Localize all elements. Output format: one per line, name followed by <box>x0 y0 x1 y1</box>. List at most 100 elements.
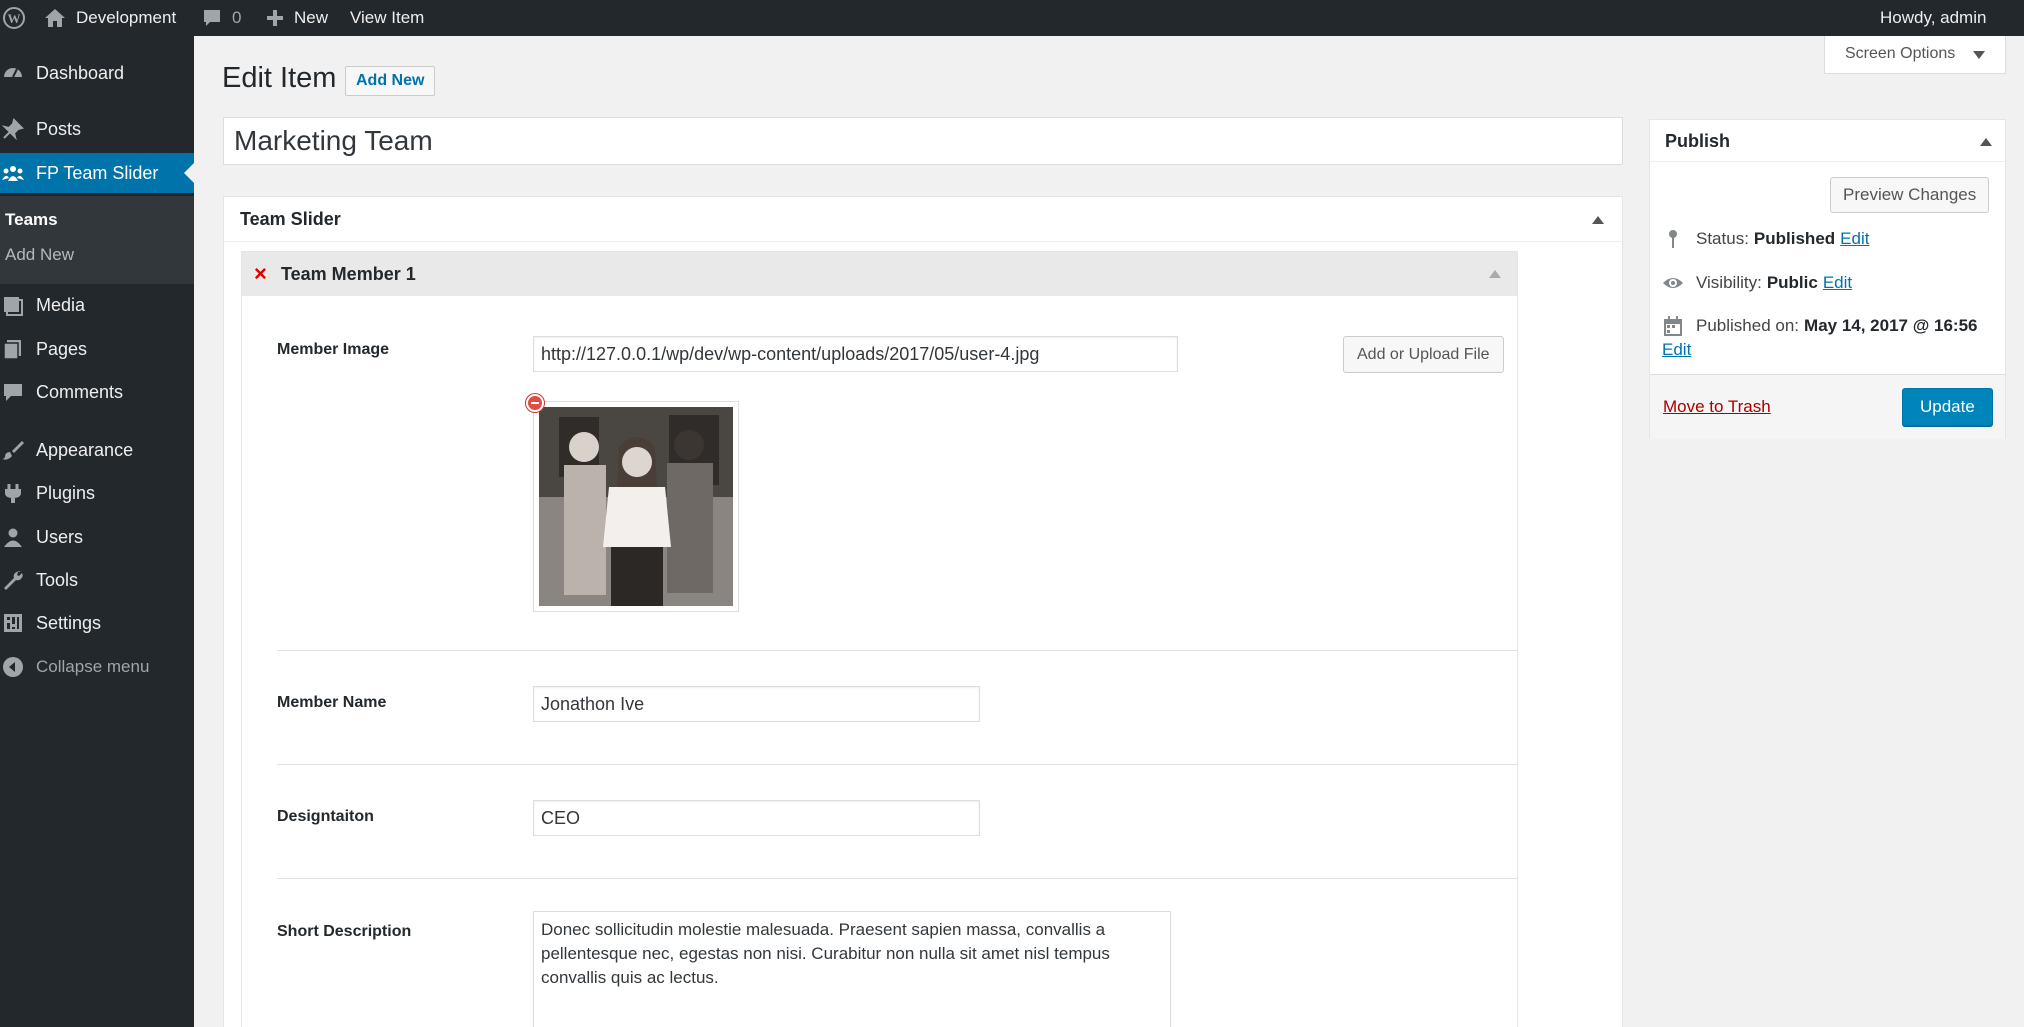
sidebar-item-label: Users <box>36 526 84 547</box>
site-name-link[interactable]: Development <box>44 0 176 36</box>
sidebar-item-label: Appearance <box>36 439 134 460</box>
visibility-label: Visibility: <box>1696 273 1762 292</box>
publish-actions: Move to Trash Update <box>1650 374 2005 439</box>
sidebar-item-label: Settings <box>36 612 102 633</box>
greeting: Howdy, admin <box>1880 8 1987 27</box>
status-row: Status: Published Edit <box>1662 228 1869 250</box>
team-member-title: Team Member 1 <box>281 264 416 284</box>
plugin-icon <box>5 484 21 503</box>
upload-file-button[interactable]: Add or Upload File <box>1343 336 1504 373</box>
new-content-link[interactable]: New <box>266 0 328 36</box>
view-item-link[interactable]: View Item <box>350 0 424 36</box>
published-edit-row: Edit <box>1662 340 1691 360</box>
sidebar-item-posts[interactable]: Posts <box>0 109 194 149</box>
screen-options-button[interactable]: Screen Options <box>1824 36 2006 74</box>
page-title: Edit Item <box>222 62 337 94</box>
wordpress-logo-icon[interactable]: W <box>3 0 25 36</box>
member-name-label: Member Name <box>277 694 387 711</box>
new-label: New <box>294 8 329 27</box>
pin-icon <box>1669 230 1677 248</box>
collapse-publish-icon[interactable] <box>1980 138 1992 146</box>
eye-icon <box>1663 278 1683 288</box>
status-label: Status: <box>1696 229 1749 248</box>
update-button[interactable]: Update <box>1902 388 1993 426</box>
sidebar-item-media[interactable]: Media <box>0 285 194 325</box>
wrench-icon <box>4 571 23 590</box>
post-title-input[interactable]: Marketing Team <box>223 117 1623 165</box>
settings-icon <box>4 614 22 632</box>
pin-icon <box>2 118 24 140</box>
visibility-value: Public <box>1766 273 1818 292</box>
sidebar-item-label: FP Team Slider <box>36 162 159 183</box>
designation-input[interactable]: CEO <box>533 800 980 836</box>
sidebar-item-plugins[interactable]: Plugins <box>0 473 194 513</box>
comment-icon <box>204 10 220 26</box>
calendar-icon <box>1664 316 1682 336</box>
pages-icon <box>3 340 21 360</box>
sidebar-submenu: Teams Add New <box>0 196 194 284</box>
sidebar-item-label: Dashboard <box>36 62 125 83</box>
sidebar-item-users[interactable]: Users <box>0 517 194 557</box>
collapse-icon <box>3 657 23 677</box>
short-description-label: Short Description <box>277 923 412 940</box>
plus-icon <box>267 10 283 26</box>
remove-member-icon[interactable]: × <box>254 263 267 285</box>
team-slider-metabox: Team Slider × Team Member 1 Member Image… <box>223 196 1623 1027</box>
published-on-label: Published on: <box>1696 316 1800 335</box>
visibility-row: Visibility: Public Edit <box>1662 272 1852 294</box>
designation-label: Designtaiton <box>277 808 374 825</box>
sidebar-item-dashboard[interactable]: Dashboard <box>0 53 194 93</box>
sidebar-item-label: Posts <box>36 118 82 139</box>
member-image-label: Member Image <box>277 341 390 358</box>
published-on-value: May 14, 2017 @ 16:56 <box>1804 316 1978 335</box>
caret-down-icon <box>1973 51 1985 59</box>
users-icon <box>4 528 22 547</box>
home-icon <box>45 9 65 27</box>
preview-changes-button[interactable]: Preview Changes <box>1830 177 1990 213</box>
team-member-panel: × Team Member 1 Member Image http://127.… <box>241 251 1518 1027</box>
sidebar-item-tools[interactable]: Tools <box>0 560 194 600</box>
publish-header[interactable]: Publish <box>1650 120 2005 162</box>
add-new-button[interactable]: Add New <box>345 66 436 96</box>
account-menu[interactable]: Howdy, admin <box>1880 0 1986 36</box>
view-item-label: View Item <box>350 8 425 27</box>
member-name-input[interactable]: Jonathon Ive <box>533 686 980 722</box>
edit-status-link[interactable]: Edit <box>1840 229 1869 249</box>
collapse-toggle-icon[interactable] <box>1592 216 1604 224</box>
team-member-header[interactable]: × Team Member 1 <box>242 252 1517 296</box>
submenu-item-add-new[interactable]: Add New <box>5 245 74 265</box>
short-description-textarea[interactable]: Donec sollicitudin molestie malesuada. P… <box>533 911 1171 1027</box>
comments-icon <box>4 384 22 401</box>
media-icon <box>4 297 23 316</box>
sidebar-item-settings[interactable]: Settings <box>0 603 194 643</box>
sidebar-item-label: Tools <box>36 569 79 590</box>
sidebar-item-fp-team-slider[interactable]: FP Team Slider <box>0 153 194 193</box>
sidebar-item-label: Media <box>36 294 86 315</box>
edit-visibility-link[interactable]: Edit <box>1823 273 1852 293</box>
site-name: Development <box>76 8 177 27</box>
brush-icon <box>2 441 24 460</box>
sidebar-item-pages[interactable]: Pages <box>0 329 194 369</box>
member-image-url-input[interactable]: http://127.0.0.1/wp/dev/wp-content/uploa… <box>533 336 1178 372</box>
dashboard-icon <box>4 68 22 78</box>
comments-count: 0 <box>232 8 242 27</box>
divider <box>277 764 1517 765</box>
sidebar-item-label: Pages <box>36 338 88 359</box>
submenu-item-teams[interactable]: Teams <box>5 210 58 230</box>
comments-link[interactable]: 0 <box>202 0 241 36</box>
metabox-header[interactable]: Team Slider <box>224 197 1622 242</box>
divider <box>277 650 1517 651</box>
team-photo-image <box>539 407 733 606</box>
sidebar-item-appearance[interactable]: Appearance <box>0 430 194 470</box>
collapse-member-icon[interactable] <box>1489 270 1501 278</box>
admin-bar: W Development 0 New View Item Howdy, adm… <box>0 0 2024 36</box>
collapse-menu-button[interactable]: Collapse menu <box>0 647 194 687</box>
groups-icon <box>2 166 24 181</box>
sidebar-item-comments[interactable]: Comments <box>0 372 194 412</box>
screen-options-label: Screen Options <box>1845 45 1956 62</box>
admin-sidebar: Dashboard Posts FP Team Slider Teams Add… <box>0 36 194 1027</box>
edit-date-link[interactable]: Edit <box>1662 340 1691 360</box>
move-to-trash-link[interactable]: Move to Trash <box>1663 397 1771 417</box>
sidebar-item-label: Plugins <box>36 482 96 503</box>
remove-image-icon[interactable] <box>526 394 544 412</box>
